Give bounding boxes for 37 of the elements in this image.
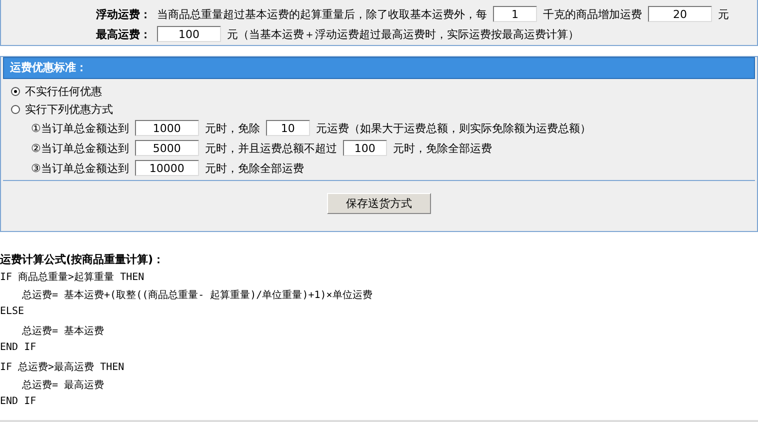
field-label: 当商品总重量超过基本运费的起算重量后，除了收取基本运费外，每 [157,6,487,22]
formula-line: 总运费= 基本运费+(取整((商品总重量- 起算重量)/单位重量)+1)×单位运费 [21,288,374,303]
formula-line: ELSE [0,306,26,319]
field-label: 最高运费： [95,26,151,42]
field-label: 千克的商品增加运费 [543,6,642,22]
input-field[interactable]: 100 [342,140,387,156]
field-label: 元时，免除全部运费 [204,160,304,176]
formula-line: END IF [0,342,38,355]
radio-button[interactable] [11,104,20,114]
formula-line: IF 总运费>最高运费 THEN [0,360,126,375]
save-button[interactable]: 保存送货方式 [327,193,431,214]
field-label: ③当订单总金额达到 [31,160,129,176]
formula-line: 总运费= 最高运费 [21,378,106,393]
input-field[interactable]: 1000 [134,120,199,136]
field-label: ②当订单总金额达到 [31,140,129,156]
field-label: 浮动运费： [95,6,151,22]
input-field[interactable]: 1 [493,6,537,22]
input-field[interactable]: 20 [648,6,712,22]
input-field[interactable]: 10 [266,120,310,136]
field-label: 元时，免除全部运费 [392,140,492,156]
radio-label[interactable]: 不实行任何优惠 [25,84,102,98]
formula-line: 总运费= 基本运费 [21,324,106,339]
formula-title: 运费计算公式(按商品重量计算)： [0,252,166,268]
field-label: 元时，并且运费总额不超过 [204,140,337,156]
field-label: 元 [718,6,729,22]
field-label: 元时，免除 [204,120,260,136]
input-field[interactable]: 100 [157,26,221,42]
section-header: 运费优惠标准： [3,57,755,79]
formula-line: IF 商品总重量>起算重量 THEN [0,270,146,285]
formula-line: END IF [0,396,38,409]
input-field[interactable]: 10000 [134,160,199,176]
field-label: 元运费（如果大于运费总额，则实际免除额为运费总额） [316,120,591,136]
radio-label[interactable]: 实行下列优惠方式 [25,102,113,116]
input-field[interactable]: 5000 [134,140,199,156]
radio-button[interactable] [11,86,20,96]
field-label: 元（当基本运费＋浮动运费超过最高运费时，实际运费按最高运费计算） [227,26,579,42]
field-label: ①当订单总金额达到 [31,120,129,136]
